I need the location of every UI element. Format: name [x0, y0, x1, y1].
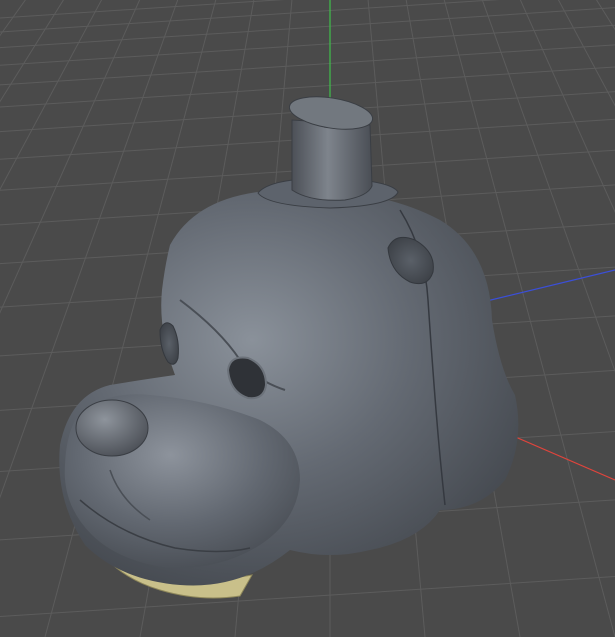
- 3d-viewport[interactable]: [0, 0, 615, 637]
- hat-crown[interactable]: [291, 119, 373, 201]
- nose[interactable]: [75, 399, 149, 457]
- viewport-canvas[interactable]: [0, 0, 615, 637]
